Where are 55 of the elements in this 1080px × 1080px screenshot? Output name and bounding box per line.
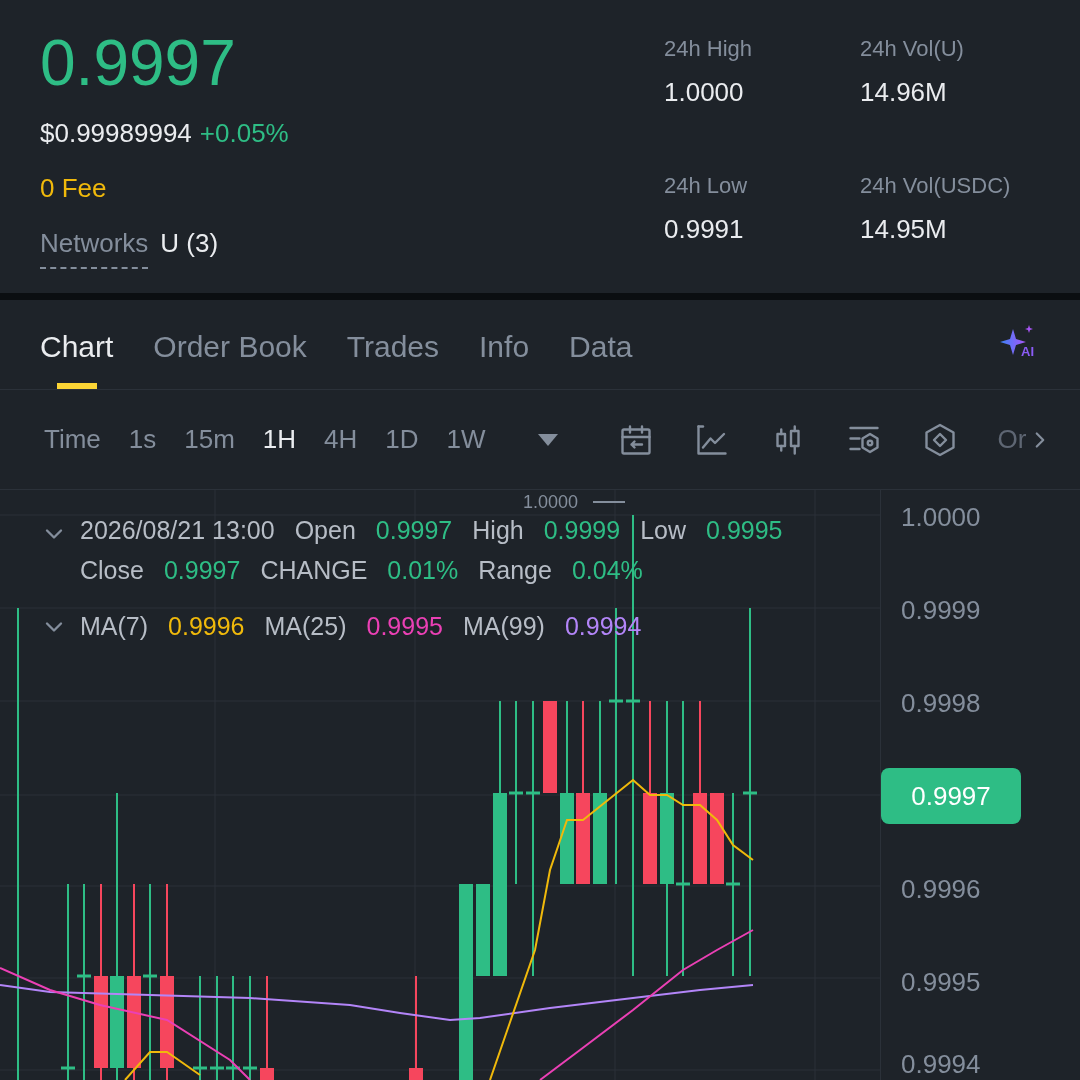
- axis-label: 1.0000: [901, 501, 981, 534]
- peak-price-label: 1.0000: [523, 491, 579, 513]
- axis-label: 0.9996: [901, 873, 981, 906]
- stat-value: 14.95M: [860, 212, 948, 246]
- price-change: +0.05%: [199, 117, 289, 150]
- candle-value: 0.9997: [163, 556, 241, 584]
- candle-label: Close: [80, 556, 144, 584]
- stat-value: 14.96M: [860, 76, 948, 109]
- candle-label: Range: [478, 556, 552, 584]
- axis-label: 0.9995: [901, 966, 981, 999]
- candle-value: 0.9999: [543, 516, 621, 544]
- tab[interactable]: Data: [569, 324, 633, 389]
- interval-tab[interactable]: 1D: [385, 420, 419, 459]
- stat-value: 0.9991: [664, 212, 745, 246]
- ma-value: 0.9996: [168, 611, 245, 642]
- candle-value: 0.01%: [387, 556, 459, 584]
- interval-tab[interactable]: 1s: [128, 420, 157, 459]
- interval-tab[interactable]: 1H: [262, 420, 297, 459]
- interval-tab[interactable]: 4H: [324, 420, 358, 459]
- networks-value: U (3): [160, 227, 219, 260]
- axis-label: 0.9998: [901, 687, 981, 720]
- networks-link[interactable]: Networks: [40, 224, 149, 269]
- tab[interactable]: Trades: [346, 324, 440, 389]
- dropdown-caret-icon[interactable]: [537, 433, 558, 446]
- candle-label: CHANGE: [260, 556, 368, 584]
- candle-label: High: [472, 516, 524, 544]
- interval-tab[interactable]: Time: [44, 420, 101, 459]
- candle-label: 2026/08/21 13:00: [80, 516, 275, 544]
- tab[interactable]: Info: [479, 324, 530, 389]
- interval-tab[interactable]: 15m: [184, 420, 235, 459]
- ma-label: MA(25): [264, 611, 347, 642]
- toolbar-more-text: Or: [997, 423, 1027, 456]
- tab[interactable]: Chart: [40, 324, 114, 389]
- axis-label: 0.9994: [901, 1048, 981, 1080]
- ma-value: 0.9995: [366, 611, 443, 642]
- ma-label: MA(7): [80, 611, 149, 642]
- last-price: 0.9997: [40, 28, 237, 98]
- ma-label: MA(99): [462, 611, 545, 642]
- candle-label: Low: [640, 516, 687, 544]
- stat-value: 1.0000: [664, 76, 745, 109]
- stat-label: 24h Vol(USDC): [860, 171, 1012, 200]
- interval-tab[interactable]: 1W: [446, 420, 486, 459]
- tab[interactable]: Order Book: [153, 324, 307, 389]
- candle-value: 0.9995: [706, 516, 783, 544]
- candle-value: 0.9997: [375, 516, 453, 544]
- ai-assistant-button[interactable]: AI: [1000, 325, 1040, 361]
- last-price-badge: 0.9997: [881, 768, 1021, 824]
- stat-label: 24h Low: [664, 171, 749, 200]
- fee-label: 0 Fee: [40, 172, 108, 205]
- stat-label: 24h Vol(U): [860, 35, 965, 63]
- leader-line: [592, 501, 626, 503]
- candle-label: Open: [294, 516, 356, 544]
- usd-price: $0.99989994: [40, 117, 192, 150]
- axis-label: 0.9999: [901, 594, 981, 627]
- stat-label: 24h High: [664, 35, 754, 63]
